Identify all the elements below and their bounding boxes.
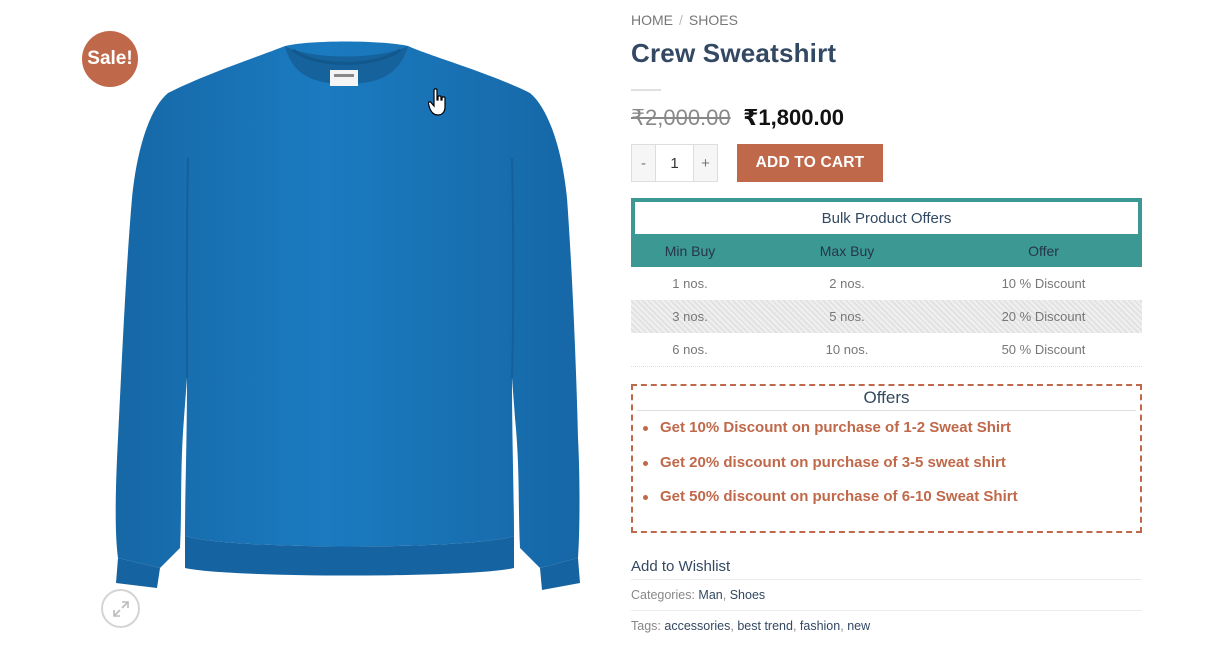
table-row: 6 nos. 10 nos. 50 % Discount xyxy=(631,333,1142,366)
expand-icon xyxy=(112,600,129,617)
product-tags: Tags: accessories, best trend, fashion, … xyxy=(631,619,870,633)
product-categories: Categories: Man, Shoes xyxy=(631,588,765,602)
tag-separator: , xyxy=(840,619,844,633)
breadcrumb: HOME / SHOES xyxy=(631,12,738,28)
column-header-max-buy: Max Buy xyxy=(819,242,875,259)
add-to-cart-button[interactable]: ADD TO CART xyxy=(737,144,883,182)
divider xyxy=(631,579,1142,580)
quantity-input[interactable]: 1 xyxy=(655,145,694,181)
categories-label: Categories: xyxy=(631,588,695,602)
tag-link-accessories[interactable]: accessories xyxy=(664,619,730,633)
quantity-decrease-button[interactable]: - xyxy=(632,145,655,181)
add-to-wishlist-link[interactable]: Add to Wishlist xyxy=(631,558,730,575)
table-cell: 2 nos. xyxy=(829,276,865,291)
sale-badge: Sale! xyxy=(82,31,138,87)
column-header-min-buy: Min Buy xyxy=(664,242,716,259)
column-header-offer: Offer xyxy=(1028,242,1059,259)
hand-cursor-icon xyxy=(428,88,446,116)
category-separator: , xyxy=(722,588,727,602)
tags-label: Tags: xyxy=(631,619,661,633)
offers-list: Get 10% Discount on purchase of 1-2 Swea… xyxy=(633,411,1140,521)
breadcrumb-category-link[interactable]: SHOES xyxy=(689,12,738,28)
quantity-increase-button[interactable]: + xyxy=(694,145,717,181)
category-link-shoes[interactable]: Shoes xyxy=(730,588,765,602)
table-cell: 3 nos. xyxy=(672,309,708,324)
offer-item: Get 50% discount on purchase of 6-10 Swe… xyxy=(641,486,1140,521)
offer-item: Get 10% Discount on purchase of 1-2 Swea… xyxy=(641,417,1140,452)
sale-price: ₹1,800.00 xyxy=(743,105,845,130)
table-cell: 6 nos. xyxy=(672,342,708,357)
bulk-offers-table: Bulk Product Offers Min Buy Max Buy Offe… xyxy=(631,198,1142,367)
tag-link-best-trend[interactable]: best trend xyxy=(737,619,793,633)
category-link-man[interactable]: Man xyxy=(698,588,722,602)
table-bottom-border xyxy=(631,366,1142,367)
bulk-table-header: Min Buy Max Buy Offer xyxy=(631,234,1142,267)
product-title: Crew Sweatshirt xyxy=(631,38,837,68)
table-cell: 10 % Discount xyxy=(1001,276,1086,291)
tag-link-new[interactable]: new xyxy=(847,619,870,633)
tag-separator: , xyxy=(792,619,797,633)
table-cell: 5 nos. xyxy=(829,309,865,324)
table-cell: 50 % Discount xyxy=(1001,342,1086,357)
product-gallery: Sale! xyxy=(80,0,600,647)
offers-title: Offers xyxy=(637,386,1136,411)
breadcrumb-home-link[interactable]: HOME xyxy=(631,12,673,28)
divider xyxy=(631,610,1142,611)
bulk-offers-title: Bulk Product Offers xyxy=(635,202,1138,234)
offer-item: Get 20% discount on purchase of 3-5 swea… xyxy=(641,452,1140,487)
table-cell: 20 % Discount xyxy=(1001,309,1086,324)
regular-price: ₹2,000.00 xyxy=(631,105,731,130)
table-cell: 1 nos. xyxy=(672,276,708,291)
table-row: 3 nos. 5 nos. 20 % Discount xyxy=(631,300,1142,333)
title-divider xyxy=(631,89,661,91)
table-cell: 10 nos. xyxy=(825,342,869,357)
product-image[interactable] xyxy=(110,38,580,598)
table-row: 1 nos. 2 nos. 10 % Discount xyxy=(631,267,1142,300)
breadcrumb-separator: / xyxy=(679,12,683,28)
zoom-button[interactable] xyxy=(101,589,140,628)
tag-separator: , xyxy=(730,619,734,633)
tag-link-fashion[interactable]: fashion xyxy=(800,619,840,633)
quantity-stepper: - 1 + xyxy=(631,144,718,182)
price: ₹2,000.00 ₹1,800.00 xyxy=(631,105,844,131)
offers-box: Offers Get 10% Discount on purchase of 1… xyxy=(631,384,1142,533)
